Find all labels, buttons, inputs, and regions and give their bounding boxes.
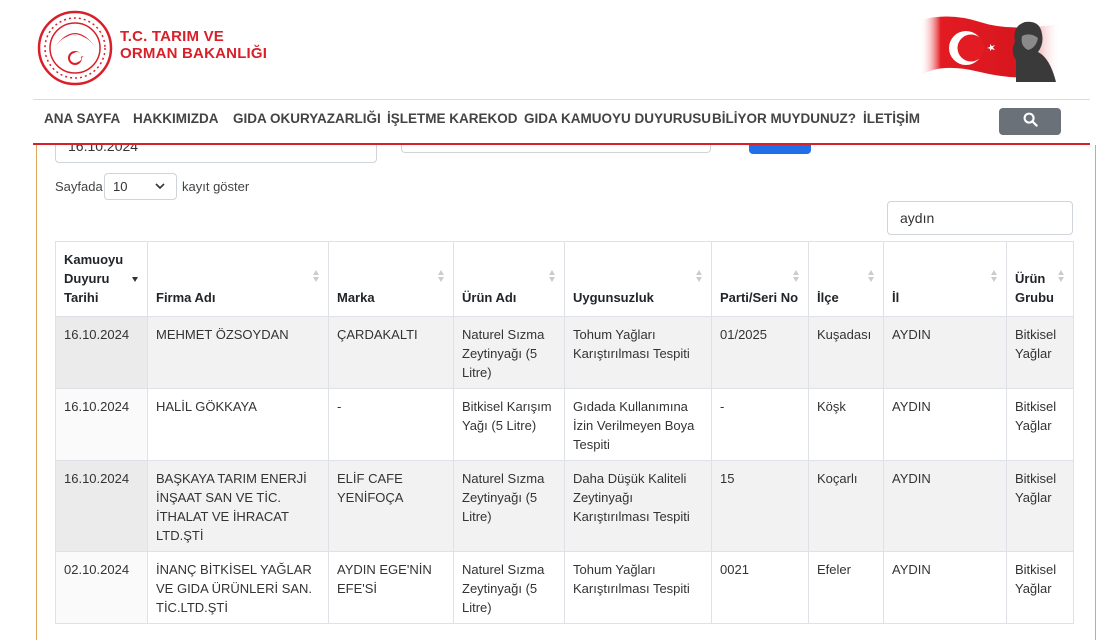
table-cell: MEHMET ÖZSOYDAN xyxy=(147,316,329,389)
site-header: T.C. TARIM VE ORMAN BAKANLIĞI ANA SAYFA … xyxy=(0,0,1115,145)
table-cell: Daha Düşük Kaliteli Zeytinyağı Karıştırı… xyxy=(564,460,712,552)
table-row: 16.10.2024 HALİL GÖKKAYA - Bitkisel Karı… xyxy=(55,388,1074,461)
table-cell: AYDIN xyxy=(883,460,1007,552)
header-divider xyxy=(33,143,1090,145)
sort-icon xyxy=(1057,269,1065,288)
column-header-label: Kamuoyu Duyuru Tarihi xyxy=(64,252,124,305)
table-row: 16.10.2024 MEHMET ÖZSOYDAN ÇARDAKALTI Na… xyxy=(55,316,1074,389)
table-cell: Naturel Sızma Zeytinyağı (5 Litre) xyxy=(453,460,565,552)
table-search-input[interactable] xyxy=(887,201,1073,235)
page-length-select[interactable]: 10 xyxy=(104,173,177,200)
table-cell: Tohum Yağları Karıştırılması Tespiti xyxy=(564,551,712,624)
table-cell: BAŞKAYA TARIM ENERJİ İNŞAAT SAN VE TİC. … xyxy=(147,460,329,552)
announcements-table: Kamuoyu Duyuru Tarihi Firma Adı Marka Ür… xyxy=(55,241,1074,624)
table-cell: Bitkisel Yağlar xyxy=(1006,316,1074,389)
nav-item-ana-sayfa[interactable]: ANA SAYFA xyxy=(44,111,120,126)
column-header-label: Ürün Adı xyxy=(462,290,517,305)
ministry-emblem-icon[interactable] xyxy=(36,10,114,86)
table-cell: İNANÇ BİTKİSEL YAĞLAR VE GIDA ÜRÜNLERİ S… xyxy=(147,551,329,624)
page-length-value: 10 xyxy=(113,179,128,194)
table-cell: Naturel Sızma Zeytinyağı (5 Litre) xyxy=(453,551,565,624)
main-navigation: ANA SAYFA HAKKIMIZDA GIDA OKURYAZARLIĞI … xyxy=(33,99,1090,144)
nav-item-hakkimizda[interactable]: HAKKIMIZDA xyxy=(133,111,219,126)
column-header-firma[interactable]: Firma Adı xyxy=(147,241,329,317)
page-length-suffix: kayıt göster xyxy=(182,179,250,194)
ministry-name[interactable]: T.C. TARIM VE ORMAN BAKANLIĞI xyxy=(120,28,267,62)
table-cell: Bitkisel Yağlar xyxy=(1006,551,1074,624)
table-cell: 16.10.2024 xyxy=(55,316,148,389)
table-cell: ELİF CAFE YENİFOÇA xyxy=(328,460,454,552)
nav-item-iletisim[interactable]: İLETİŞİM xyxy=(863,111,920,126)
column-header-il[interactable]: İl xyxy=(883,241,1007,317)
table-cell: 16.10.2024 xyxy=(55,460,148,552)
table-cell: ÇARDAKALTI xyxy=(328,316,454,389)
table-cell: Bitkisel Karışım Yağı (5 Litre) xyxy=(453,388,565,461)
sort-desc-icon xyxy=(131,269,139,288)
nav-item-gida-okuryazarligi[interactable]: GIDA OKURYAZARLIĞI xyxy=(233,111,381,126)
column-header-label: Firma Adı xyxy=(156,290,216,305)
nav-item-isletme-karekod[interactable]: İŞLETME KAREKOD xyxy=(387,111,518,126)
column-header-label: Marka xyxy=(337,290,375,305)
table-cell: Gıdada Kullanımına İzin Verilmeyen Boya … xyxy=(564,388,712,461)
sort-icon xyxy=(312,269,320,288)
column-header-urun-adi[interactable]: Ürün Adı xyxy=(453,241,565,317)
nav-item-gida-kamuoyu-duyurusu[interactable]: GIDA KAMUOYU DUYURUSU xyxy=(524,111,711,126)
column-header-label: Parti/Seri No xyxy=(720,290,799,305)
table-cell: Bitkisel Yağlar xyxy=(1006,460,1074,552)
column-header-label: Uygunsuzluk xyxy=(573,290,654,305)
column-header-label: Ürün Grubu xyxy=(1015,271,1054,305)
sort-icon xyxy=(437,269,445,288)
table-row: 02.10.2024 İNANÇ BİTKİSEL YAĞLAR VE GIDA… xyxy=(55,551,1074,624)
sort-icon xyxy=(867,269,875,288)
table-cell: AYDIN xyxy=(883,388,1007,461)
table-header-row: Kamuoyu Duyuru Tarihi Firma Adı Marka Ür… xyxy=(55,241,1074,317)
nav-search-button[interactable] xyxy=(999,108,1061,135)
column-header-uygunsuzluk[interactable]: Uygunsuzluk xyxy=(564,241,712,317)
table-cell: - xyxy=(711,388,809,461)
table-cell: AYDIN EGE'NİN EFE'Sİ xyxy=(328,551,454,624)
table-cell: Koçarlı xyxy=(808,460,884,552)
column-header-ilce[interactable]: İlçe xyxy=(808,241,884,317)
table-cell: 01/2025 xyxy=(711,316,809,389)
table-cell: Tohum Yağları Karıştırılması Tespiti xyxy=(564,316,712,389)
chevron-down-icon xyxy=(154,180,166,192)
table-cell: Bitkisel Yağlar xyxy=(1006,388,1074,461)
sort-icon xyxy=(990,269,998,288)
turkish-flag-ataturk-image xyxy=(920,12,1058,82)
table-cell: AYDIN xyxy=(883,551,1007,624)
search-icon xyxy=(1023,112,1038,132)
sort-icon xyxy=(548,269,556,288)
table-cell: 02.10.2024 xyxy=(55,551,148,624)
column-header-urun-grubu[interactable]: Ürün Grubu xyxy=(1006,241,1074,317)
table-cell: 0021 xyxy=(711,551,809,624)
table-cell: AYDIN xyxy=(883,316,1007,389)
table-cell: HALİL GÖKKAYA xyxy=(147,388,329,461)
ministry-name-line1: T.C. TARIM VE xyxy=(120,28,224,45)
table-row: 16.10.2024 BAŞKAYA TARIM ENERJİ İNŞAAT S… xyxy=(55,460,1074,552)
table-cell: 15 xyxy=(711,460,809,552)
page-length-prefix: Sayfada xyxy=(55,179,103,194)
ministry-name-line2: ORMAN BAKANLIĞI xyxy=(120,45,268,62)
nav-item-biliyor-muydunuz[interactable]: BİLİYOR MUYDUNUZ? xyxy=(712,111,856,126)
column-header-tarih[interactable]: Kamuoyu Duyuru Tarihi xyxy=(55,241,148,317)
column-header-parti-seri[interactable]: Parti/Seri No xyxy=(711,241,809,317)
table-cell: - xyxy=(328,388,454,461)
sort-icon xyxy=(792,269,800,288)
column-header-marka[interactable]: Marka xyxy=(328,241,454,317)
sort-icon xyxy=(695,269,703,288)
table-cell: Efeler xyxy=(808,551,884,624)
table-cell: Köşk xyxy=(808,388,884,461)
table-cell: 16.10.2024 xyxy=(55,388,148,461)
table-cell: Kuşadası xyxy=(808,316,884,389)
column-header-label: İl xyxy=(892,290,900,305)
column-header-label: İlçe xyxy=(817,290,839,305)
table-cell: Naturel Sızma Zeytinyağı (5 Litre) xyxy=(453,316,565,389)
